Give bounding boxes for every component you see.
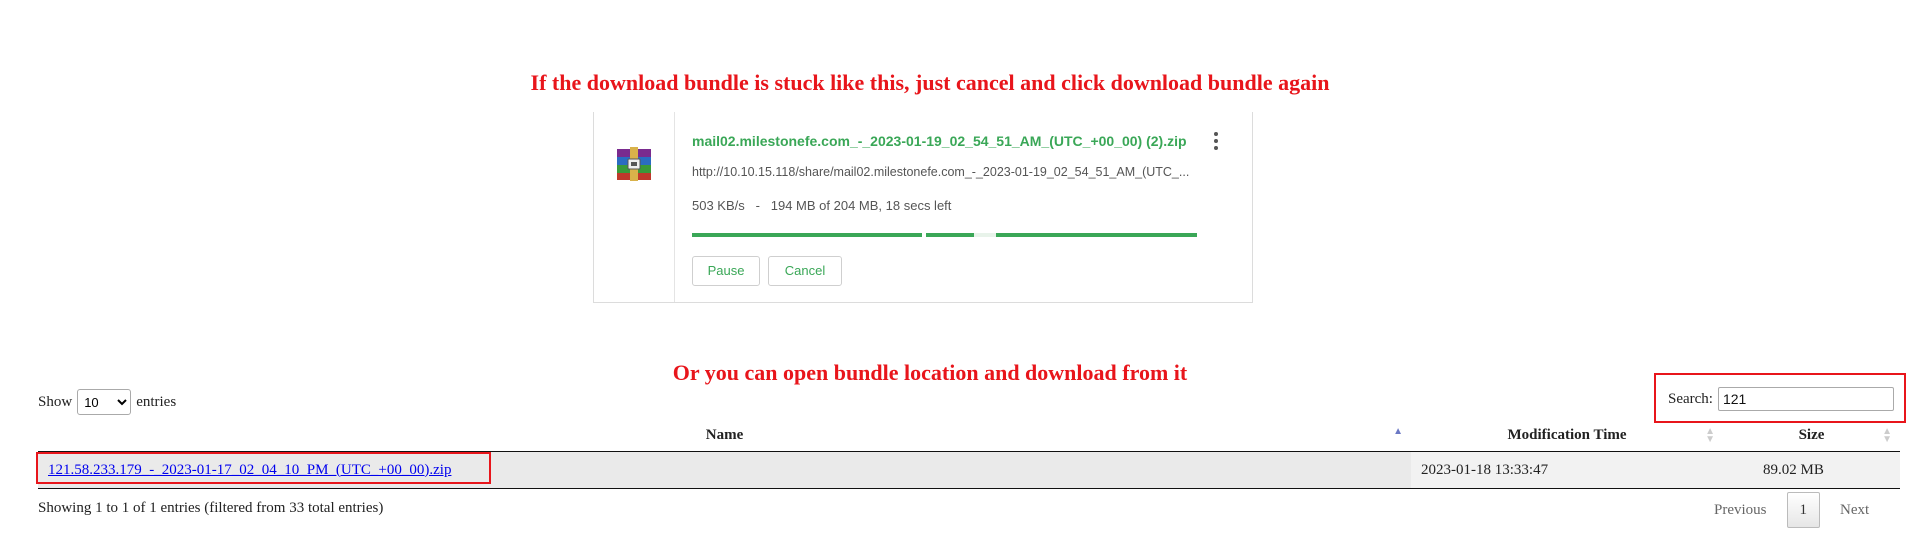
column-header-size[interactable]: Size ▲ ▼ xyxy=(1723,419,1900,452)
modified-cell: 2023-01-18 13:33:47 xyxy=(1411,451,1723,489)
archive-icon xyxy=(617,147,651,181)
download-icon-column xyxy=(594,112,675,302)
search-input[interactable] xyxy=(1717,387,1894,411)
column-header-name[interactable]: Name ▲ xyxy=(38,419,1411,452)
page-length-select[interactable]: 10 xyxy=(77,389,132,415)
name-cell: 121.58.233.179_-_2023-01-17_02_04_10_PM_… xyxy=(38,451,1411,489)
files-table: Name ▲ Modification Time ▲ ▼ Size ▲ ▼ 121.… xyxy=(38,419,1900,489)
table-info: Showing 1 to 1 of 1 entries (filtered fr… xyxy=(38,500,384,516)
entries-label: entries xyxy=(136,393,177,410)
file-link[interactable]: 121.58.233.179_-_2023-01-17_02_04_10_PM_… xyxy=(48,462,451,478)
next-button[interactable]: Next xyxy=(1826,493,1883,527)
table-row: 121.58.233.179_-_2023-01-17_02_04_10_PM_… xyxy=(38,451,1900,489)
download-progress-bar xyxy=(692,233,1197,237)
search-label: Search: xyxy=(1668,390,1713,407)
previous-button[interactable]: Previous xyxy=(1700,493,1781,527)
more-vert-icon[interactable] xyxy=(1209,130,1223,152)
search-control: Search: xyxy=(1668,387,1894,411)
sort-asc-icon: ▲ xyxy=(1393,426,1403,437)
cancel-button[interactable]: Cancel xyxy=(768,256,842,286)
annotation-open-location: Or you can open bundle location and down… xyxy=(672,360,1188,385)
download-item-card: mail02.milestonefe.com_-_2023-01-19_02_5… xyxy=(593,112,1253,303)
size-cell: 89.02 MB xyxy=(1723,451,1900,489)
column-header-modification-time[interactable]: Modification Time ▲ ▼ xyxy=(1411,419,1723,452)
pause-button[interactable]: Pause xyxy=(692,256,760,286)
download-status: 503 KB/s - 194 MB of 204 MB, 18 secs lef… xyxy=(692,198,952,213)
sort-icon: ▲ ▼ xyxy=(1882,426,1892,445)
annotation-cancel-retry: If the download bundle is stuck like thi… xyxy=(530,70,1330,95)
page-length-control: Show 10 entries xyxy=(38,389,176,415)
download-url: http://10.10.15.118/share/mail02.milesto… xyxy=(692,165,1190,179)
pagination: Previous 1 Next xyxy=(1700,492,1883,528)
show-label: Show xyxy=(38,393,73,410)
download-filename[interactable]: mail02.milestonefe.com_-_2023-01-19_02_5… xyxy=(692,133,1187,149)
sort-icon: ▲ ▼ xyxy=(1705,426,1715,445)
page-button-current[interactable]: 1 xyxy=(1786,492,1820,528)
